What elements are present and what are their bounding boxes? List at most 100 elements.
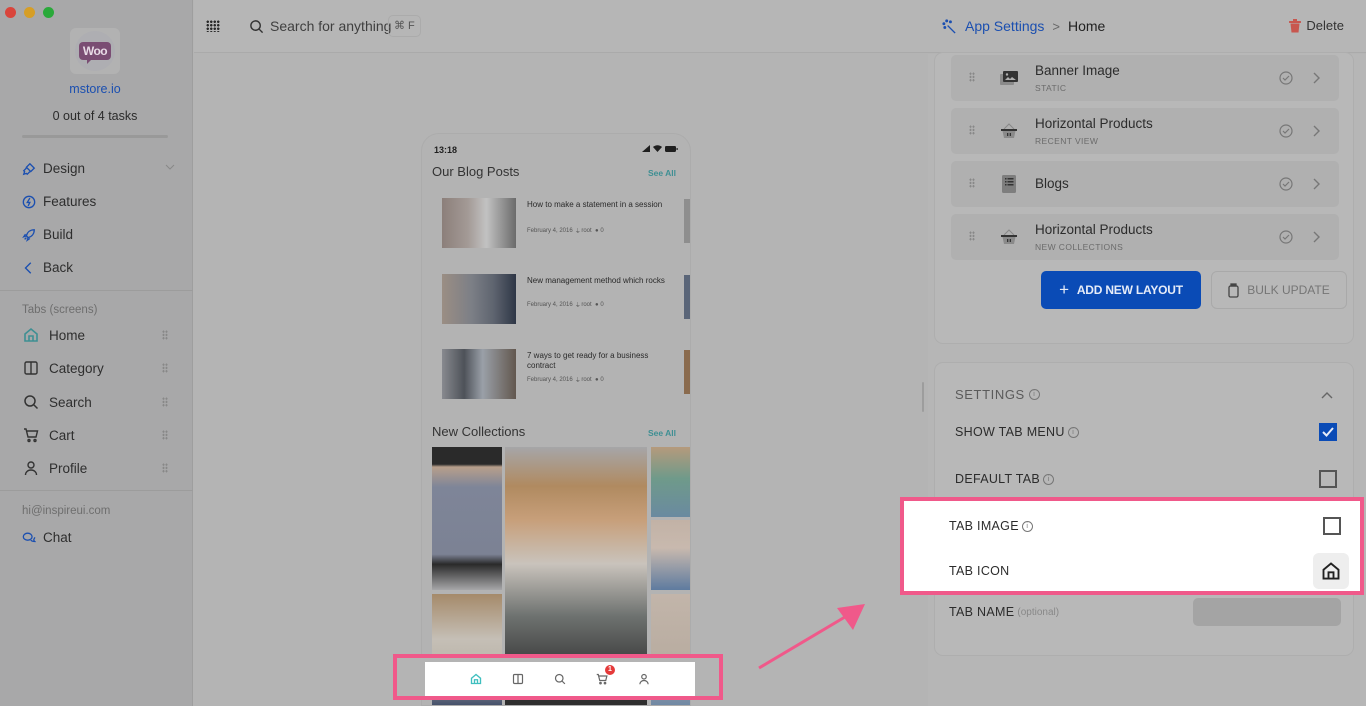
settings-header[interactable]: SETTINGS i <box>955 387 1040 402</box>
support-email: hi@inspireui.com <box>22 505 111 517</box>
chevron-right-icon[interactable] <box>1311 230 1321 244</box>
sidebar: Woo mstore.io 0 out of 4 tasks Design Fe… <box>0 0 193 706</box>
collections-see-all-link[interactable]: See All <box>648 428 676 438</box>
sidebar-tab-home[interactable]: Home <box>22 326 168 344</box>
drag-handle-icon[interactable] <box>162 363 168 373</box>
magic-wand-icon <box>942 18 956 34</box>
nav-label: Design <box>43 161 86 176</box>
drag-handle-icon[interactable] <box>969 178 975 188</box>
status-icons <box>642 145 678 152</box>
phone-tab-profile[interactable] <box>637 672 651 686</box>
collections-section-title: New Collections <box>432 424 526 439</box>
info-icon[interactable]: i <box>1028 389 1040 400</box>
nav-build[interactable]: Build <box>22 227 73 242</box>
drag-handle-icon[interactable] <box>162 330 168 340</box>
check-circle-icon[interactable] <box>1279 124 1293 138</box>
product-image[interactable] <box>651 520 690 590</box>
home-icon <box>1322 562 1340 580</box>
nav-back[interactable]: Back <box>22 260 73 275</box>
phone-tab-category[interactable] <box>511 672 525 686</box>
phone-tab-home[interactable] <box>469 672 483 686</box>
bulk-update-button[interactable]: BULK UPDATE <box>1211 271 1347 309</box>
tab-icon-picker-button[interactable] <box>1313 553 1349 589</box>
layout-row[interactable]: Banner Image STATIC <box>951 55 1339 101</box>
phone-tab-search[interactable] <box>553 672 567 686</box>
setting-tab-name: TAB NAME (optional) <box>949 598 1341 626</box>
layout-row[interactable]: Blogs <box>951 161 1339 207</box>
divider <box>0 290 193 291</box>
setting-label: DEFAULT TAB <box>955 472 1041 486</box>
drag-handle-icon[interactable] <box>162 397 168 407</box>
sidebar-tab-cart[interactable]: Cart <box>22 426 168 444</box>
breadcrumb-app-settings[interactable]: App Settings <box>965 18 1044 34</box>
add-new-layout-button[interactable]: + ADD NEW LAYOUT <box>1041 271 1201 309</box>
tab-label: Profile <box>49 460 88 476</box>
brand-name[interactable]: mstore.io <box>0 82 190 96</box>
sidebar-tab-profile[interactable]: Profile <box>22 459 168 477</box>
maximize-window-button[interactable] <box>43 7 54 18</box>
woo-logo-icon: Woo <box>78 42 112 64</box>
author-icon: ⍊ <box>576 302 580 308</box>
tab-name-input[interactable] <box>1193 598 1341 626</box>
drag-handle-icon[interactable] <box>162 430 168 440</box>
tasks-progress-bar <box>22 135 168 138</box>
delete-button[interactable]: Delete <box>1289 18 1344 33</box>
post-author: root <box>581 302 592 308</box>
blog-post-title: How to make a statement in a session <box>527 200 663 209</box>
chevron-right-icon[interactable] <box>1311 71 1321 85</box>
phone-tab-cart[interactable]: 1 <box>595 665 615 686</box>
nav-chat[interactable]: Chat <box>22 530 72 545</box>
sidebar-tab-category[interactable]: Category <box>22 359 168 377</box>
nav-features[interactable]: Features <box>22 194 96 209</box>
layout-subtitle: STATIC <box>1035 83 1067 93</box>
blog-thumbnail <box>442 198 516 248</box>
tab-label: Search <box>49 394 92 410</box>
close-window-button[interactable] <box>5 7 16 18</box>
post-date: February 4, 2016 <box>527 302 573 308</box>
default-tab-checkbox[interactable] <box>1319 470 1337 488</box>
show-tab-menu-checkbox[interactable] <box>1319 423 1337 441</box>
chevron-right-icon[interactable] <box>1311 177 1321 191</box>
drag-handle-icon[interactable] <box>969 125 975 135</box>
check-circle-icon[interactable] <box>1279 71 1293 85</box>
chevron-up-icon[interactable] <box>1321 391 1333 399</box>
tab-image-checkbox[interactable] <box>1323 517 1341 535</box>
nav-design[interactable]: Design <box>22 161 85 176</box>
image-icon <box>1000 71 1018 85</box>
minimize-window-button[interactable] <box>24 7 35 18</box>
drag-handle-icon[interactable] <box>969 231 975 241</box>
panel-resize-handle[interactable] <box>922 382 924 412</box>
check-circle-icon[interactable] <box>1279 177 1293 191</box>
global-search-input[interactable]: Search for anything <box>270 18 391 34</box>
delete-label: Delete <box>1306 18 1344 33</box>
info-icon[interactable]: i <box>1021 520 1033 532</box>
search-shortcut-badge: ⌘ F <box>388 15 421 37</box>
chevron-down-icon[interactable] <box>165 162 175 172</box>
blog-thumbnail <box>442 349 516 399</box>
product-image[interactable] <box>432 447 502 590</box>
layouts-card: Banner Image STATIC Horizontal Products … <box>934 52 1354 344</box>
apps-grid-icon[interactable] <box>206 20 220 32</box>
breadcrumb-current: Home <box>1067 18 1106 34</box>
checkmark-icon <box>1322 427 1334 437</box>
blog-post[interactable]: New management method which rocks Februa… <box>442 274 682 324</box>
drag-handle-icon[interactable] <box>969 72 975 82</box>
drag-handle-icon[interactable] <box>162 463 168 473</box>
product-image[interactable] <box>651 447 690 517</box>
settings-title: SETTINGS <box>955 387 1025 402</box>
layout-title: Blogs <box>1035 176 1069 191</box>
app-logo[interactable]: Woo <box>70 28 120 74</box>
info-icon[interactable]: i <box>1043 473 1055 485</box>
list-document-icon <box>1002 175 1016 193</box>
info-icon[interactable]: i <box>1067 426 1079 438</box>
chevron-right-icon[interactable] <box>1311 124 1321 138</box>
layout-row[interactable]: Horizontal Products NEW COLLECTIONS <box>951 214 1339 260</box>
blog-section-title: Our Blog Posts <box>432 164 520 179</box>
layout-row[interactable]: Horizontal Products RECENT VIEW <box>951 108 1339 154</box>
blog-post[interactable]: 7 ways to get ready for a business contr… <box>442 349 682 399</box>
sidebar-tab-search[interactable]: Search <box>22 393 168 411</box>
blog-post[interactable]: How to make a statement in a session Feb… <box>442 198 682 248</box>
breadcrumb: App Settings > Home <box>942 18 1105 34</box>
check-circle-icon[interactable] <box>1279 230 1293 244</box>
blog-see-all-link[interactable]: See All <box>648 168 676 178</box>
